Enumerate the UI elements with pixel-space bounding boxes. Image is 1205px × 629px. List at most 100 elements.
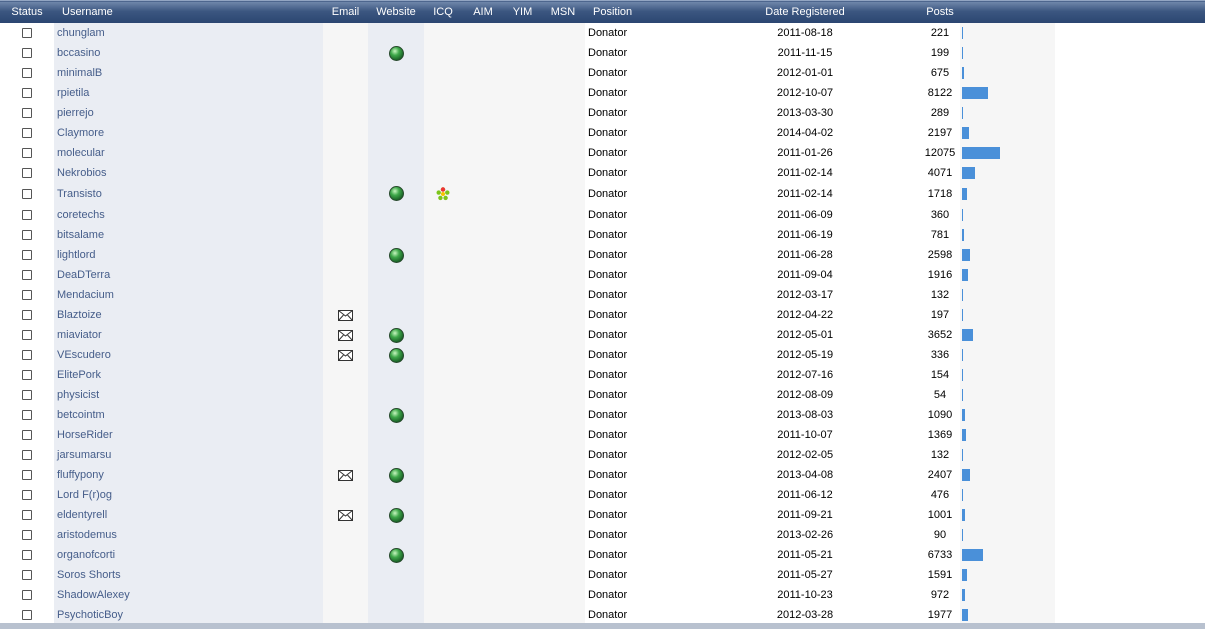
username-link[interactable]: chunglam bbox=[57, 27, 105, 39]
column-website[interactable]: Website bbox=[368, 0, 424, 23]
username-link[interactable]: miaviator bbox=[57, 329, 102, 341]
envelope-icon[interactable] bbox=[338, 309, 353, 321]
username-link[interactable]: jarsumarsu bbox=[57, 449, 111, 461]
status-checkbox-icon[interactable] bbox=[22, 570, 32, 581]
email-cell bbox=[323, 103, 368, 123]
status-checkbox-icon[interactable] bbox=[22, 250, 32, 261]
username-link[interactable]: eldentyrell bbox=[57, 509, 107, 521]
status-checkbox-icon[interactable] bbox=[22, 48, 32, 59]
username-link[interactable]: ElitePork bbox=[57, 369, 101, 381]
status-checkbox-icon[interactable] bbox=[22, 410, 32, 421]
status-checkbox-icon[interactable] bbox=[22, 390, 32, 401]
username-link[interactable]: bitsalame bbox=[57, 229, 104, 241]
icq-cell bbox=[424, 123, 462, 143]
icq-flower-icon[interactable] bbox=[436, 186, 450, 200]
status-checkbox-icon[interactable] bbox=[22, 450, 32, 461]
aim-cell bbox=[462, 585, 504, 605]
envelope-icon[interactable] bbox=[338, 329, 353, 341]
column-icq[interactable]: ICQ bbox=[424, 0, 462, 23]
globe-icon[interactable] bbox=[388, 547, 404, 563]
status-checkbox-icon[interactable] bbox=[22, 430, 32, 441]
status-checkbox-icon[interactable] bbox=[22, 68, 32, 79]
status-checkbox-icon[interactable] bbox=[22, 350, 32, 361]
envelope-icon[interactable] bbox=[338, 469, 353, 481]
status-checkbox-icon[interactable] bbox=[22, 510, 32, 521]
status-checkbox-icon[interactable] bbox=[22, 270, 32, 281]
username-link[interactable]: Claymore bbox=[57, 127, 104, 139]
status-checkbox-icon[interactable] bbox=[22, 530, 32, 541]
username-link[interactable]: ShadowAlexey bbox=[57, 589, 130, 601]
username-link[interactable]: Mendacium bbox=[57, 289, 114, 301]
status-checkbox-icon[interactable] bbox=[22, 610, 32, 621]
status-checkbox-icon[interactable] bbox=[22, 230, 32, 241]
status-cell bbox=[0, 43, 54, 63]
column-username[interactable]: Username bbox=[54, 0, 323, 23]
globe-icon[interactable] bbox=[388, 247, 404, 263]
status-checkbox-icon[interactable] bbox=[22, 290, 32, 301]
username-link[interactable]: Transisto bbox=[57, 188, 102, 200]
username-link[interactable]: PsychoticBoy bbox=[57, 609, 123, 621]
envelope-icon[interactable] bbox=[338, 509, 353, 521]
username-link[interactable]: HorseRider bbox=[57, 429, 113, 441]
date-registered-cell: 2013-02-26 bbox=[690, 525, 920, 545]
status-checkbox-icon[interactable] bbox=[22, 209, 32, 220]
column-position[interactable]: Position bbox=[585, 0, 690, 23]
username-link[interactable]: lightlord bbox=[57, 249, 96, 261]
username-link[interactable]: VEscudero bbox=[57, 349, 111, 361]
status-checkbox-icon[interactable] bbox=[22, 148, 32, 159]
username-link[interactable]: Lord F(r)og bbox=[57, 489, 112, 501]
username-link[interactable]: betcointm bbox=[57, 409, 105, 421]
row-filler-cell bbox=[1055, 265, 1205, 285]
status-checkbox-icon[interactable] bbox=[22, 370, 32, 381]
username-link[interactable]: fluffypony bbox=[57, 469, 104, 481]
row-filler-cell bbox=[1055, 505, 1205, 525]
globe-icon[interactable] bbox=[388, 347, 404, 363]
column-email[interactable]: Email bbox=[323, 0, 368, 23]
status-checkbox-icon[interactable] bbox=[22, 590, 32, 601]
username-link[interactable]: organofcorti bbox=[57, 549, 115, 561]
date-registered-cell: 2011-06-12 bbox=[690, 485, 920, 505]
username-link[interactable]: Blaztoize bbox=[57, 309, 102, 321]
status-checkbox-icon[interactable] bbox=[22, 188, 32, 199]
status-checkbox-icon[interactable] bbox=[22, 330, 32, 341]
status-checkbox-icon[interactable] bbox=[22, 88, 32, 99]
username-link[interactable]: minimalB bbox=[57, 67, 102, 79]
status-checkbox-icon[interactable] bbox=[22, 168, 32, 179]
username-link[interactable]: coretechs bbox=[57, 209, 105, 221]
status-checkbox-icon[interactable] bbox=[22, 490, 32, 501]
status-checkbox-icon[interactable] bbox=[22, 470, 32, 481]
status-checkbox-icon[interactable] bbox=[22, 310, 32, 321]
globe-icon[interactable] bbox=[388, 45, 404, 61]
username-link[interactable]: aristodemus bbox=[57, 529, 117, 541]
username-link[interactable]: pierrejo bbox=[57, 107, 94, 119]
column-date-registered[interactable]: Date Registered bbox=[690, 0, 920, 23]
globe-icon[interactable] bbox=[388, 186, 404, 201]
username-link[interactable]: DeaDTerra bbox=[57, 269, 110, 281]
globe-icon[interactable] bbox=[388, 507, 404, 523]
globe-icon[interactable] bbox=[388, 467, 404, 483]
column-yim[interactable]: YIM bbox=[504, 0, 541, 23]
username-link[interactable]: molecular bbox=[57, 147, 105, 159]
position-cell: Donator bbox=[585, 183, 690, 204]
username-link[interactable]: Soros Shorts bbox=[57, 569, 121, 581]
posts-bar-cell bbox=[960, 385, 1055, 405]
member-row: jarsumarsu Donator 2012-02-05 132 bbox=[0, 445, 1205, 465]
username-link[interactable]: rpietila bbox=[57, 87, 89, 99]
column-aim[interactable]: AIM bbox=[462, 0, 504, 23]
username-link[interactable]: Nekrobios bbox=[57, 167, 107, 179]
username-link[interactable]: bccasino bbox=[57, 47, 100, 59]
status-checkbox-icon[interactable] bbox=[22, 128, 32, 139]
globe-icon[interactable] bbox=[388, 327, 404, 343]
column-status[interactable]: Status bbox=[0, 0, 54, 23]
date-registered-cell: 2011-09-04 bbox=[690, 265, 920, 285]
status-checkbox-icon[interactable] bbox=[22, 550, 32, 561]
yim-cell bbox=[504, 545, 541, 565]
column-posts[interactable]: Posts bbox=[920, 0, 960, 23]
username-link[interactable]: physicist bbox=[57, 389, 99, 401]
status-checkbox-icon[interactable] bbox=[22, 108, 32, 119]
globe-icon[interactable] bbox=[388, 407, 404, 423]
position-cell: Donator bbox=[585, 245, 690, 265]
status-checkbox-icon[interactable] bbox=[22, 28, 32, 39]
envelope-icon[interactable] bbox=[338, 349, 353, 361]
column-msn[interactable]: MSN bbox=[541, 0, 585, 23]
